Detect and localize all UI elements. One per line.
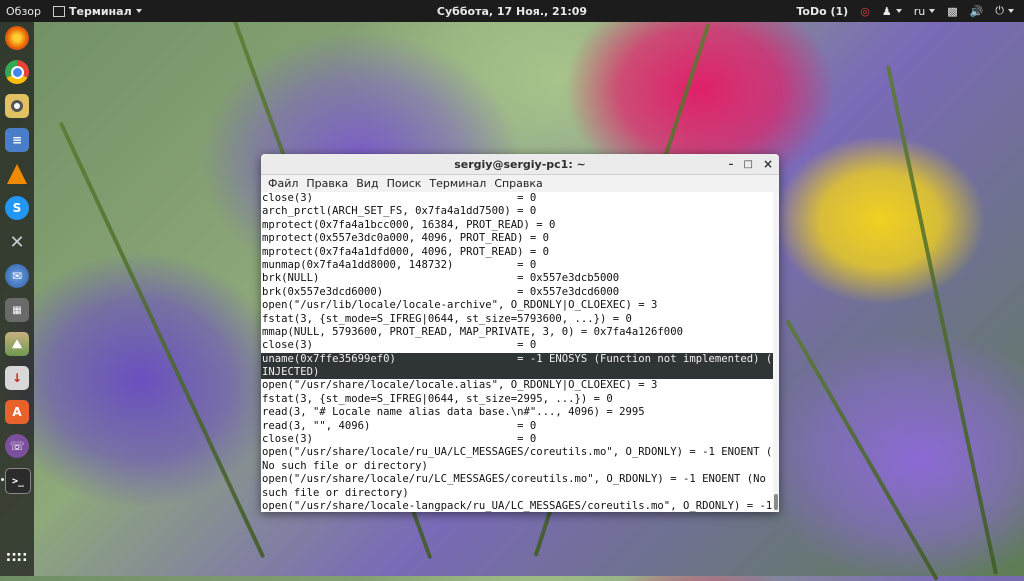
accessibility-icon[interactable]: ♟ xyxy=(876,0,908,22)
terminal-line: close(3) = 0 xyxy=(262,339,537,352)
activities-button[interactable]: Обзор xyxy=(0,0,47,22)
language-menu[interactable]: ru xyxy=(908,0,942,22)
terminal-line: open("/usr/share/locale/locale.alias", O… xyxy=(262,379,658,392)
terminal-line: close(3) = 0 xyxy=(262,192,537,204)
window-menubar: Файл Правка Вид Поиск Терминал Справка xyxy=(261,175,779,193)
power-icon[interactable]: ⏻ xyxy=(989,0,1020,22)
menu-view[interactable]: Вид xyxy=(352,177,382,190)
app-menu-label: Терминал xyxy=(69,4,132,18)
wallpaper-stem xyxy=(885,65,999,575)
terminal-line: brk(NULL) = 0x557e3dcb5000 xyxy=(262,272,620,285)
chrome-icon[interactable] xyxy=(5,60,29,84)
menu-edit[interactable]: Правка xyxy=(302,177,352,190)
todo-indicator-icon[interactable]: ◎ xyxy=(854,0,876,22)
terminal-line: fstat(3, {st_mode=S_IFREG|0644, st_size=… xyxy=(262,312,632,325)
wallpaper-stem xyxy=(785,319,939,581)
scrollbar-thumb[interactable] xyxy=(774,494,778,510)
terminal-line: open("/usr/share/locale-langpack/ru_UA/L… xyxy=(262,499,773,512)
terminal-line-highlighted: INJECTED) xyxy=(261,366,773,380)
top-bar: Обзор Терминал Суббота, 17 Ноя., 21:09 T… xyxy=(0,0,1024,22)
terminal-line: arch_prctl(ARCH_SET_FS, 0x7fa4a1dd7500) … xyxy=(262,205,537,218)
music-icon[interactable] xyxy=(5,94,29,118)
terminal-line: read(3, "# Locale name alias data base.\… xyxy=(262,406,645,419)
software-center-icon[interactable]: A xyxy=(5,400,29,424)
network-icon[interactable]: ▩ xyxy=(941,0,963,22)
terminal-line: open("/usr/share/locale/ru_UA/LC_MESSAGE… xyxy=(262,446,773,459)
close-button[interactable]: × xyxy=(763,157,773,171)
terminal-window: sergiy@sergiy-pc1: ~ – □ × Файл Правка В… xyxy=(261,154,779,512)
menu-terminal[interactable]: Терминал xyxy=(425,177,490,190)
app-menu[interactable]: Терминал xyxy=(47,0,148,22)
terminal-line: open("/usr/share/locale/ru/LC_MESSAGES/c… xyxy=(262,473,766,486)
terminal-line: mmap(NULL, 5793600, PROT_READ, MAP_PRIVA… xyxy=(262,325,683,338)
firefox-icon[interactable] xyxy=(5,26,29,50)
image-icon[interactable]: ⛰ xyxy=(5,332,29,356)
minimize-button[interactable]: – xyxy=(728,159,733,170)
chevron-down-icon xyxy=(135,9,142,13)
terminal-line: brk(0x557e3dcd6000) = 0x557e3dcd6000 xyxy=(262,285,620,298)
terminal-small-icon xyxy=(53,5,66,17)
menu-help[interactable]: Справка xyxy=(490,177,546,190)
apps-grid-icon[interactable]: ∷∷ xyxy=(5,546,29,570)
skype-icon[interactable]: S xyxy=(5,196,29,220)
maximize-button[interactable]: □ xyxy=(743,159,752,170)
scrollbar[interactable] xyxy=(773,192,779,512)
todo-indicator[interactable]: ToDo (1) xyxy=(790,0,854,22)
terminal-line-highlighted: uname(0x7ffe35699ef0) = -1 ENOSYS (Funct… xyxy=(261,352,773,367)
download-icon[interactable]: ↓ xyxy=(5,366,29,390)
clock[interactable]: Суббота, 17 Ноя., 21:09 xyxy=(437,5,587,18)
terminal-icon[interactable]: >_ xyxy=(5,468,31,494)
language-label: ru xyxy=(913,4,926,18)
terminal-line: read(3, "", 4096) = 0 xyxy=(262,419,537,432)
terminal-line: mprotect(0x557e3dc0a000, 4096, PROT_READ… xyxy=(262,232,550,245)
terminal-line: munmap(0x7fa4a1dd8000, 148732) = 0 xyxy=(262,258,537,271)
terminal-line: such file or directory) xyxy=(262,486,409,499)
terminal-line: No such file or directory) xyxy=(262,459,428,472)
menu-file[interactable]: Файл xyxy=(264,177,302,190)
viber-icon[interactable]: ☏ xyxy=(5,434,29,458)
terminal-line: close(3) = 0 xyxy=(262,433,537,446)
dock: ≡ S ✕ ✉ ▦ ⛰ ↓ A ☏ >_ ∷∷ xyxy=(0,22,34,576)
document-icon[interactable]: ≡ xyxy=(5,128,29,152)
menu-search[interactable]: Поиск xyxy=(383,177,426,190)
chevron-down-icon xyxy=(929,9,936,13)
tools-icon[interactable]: ✕ xyxy=(5,230,29,254)
window-title: sergiy@sergiy-pc1: ~ xyxy=(454,157,586,171)
calculator-icon[interactable]: ▦ xyxy=(5,298,29,322)
terminal-output[interactable]: close(3) = 0 arch_prctl(ARCH_SET_FS, 0x7f… xyxy=(261,192,773,512)
terminal-line: fstat(3, {st_mode=S_IFREG|0644, st_size=… xyxy=(262,392,613,405)
mail-icon[interactable]: ✉ xyxy=(5,264,29,288)
terminal-line: mprotect(0x7fa4a1bcc000, 16384, PROT_REA… xyxy=(262,218,556,231)
wallpaper-stem xyxy=(58,121,266,559)
vlc-icon[interactable] xyxy=(5,162,29,186)
running-indicator xyxy=(1,478,4,481)
terminal-line: mprotect(0x7fa4a1dfd000, 4096, PROT_READ… xyxy=(262,245,550,258)
volume-icon[interactable]: 🔊 xyxy=(964,0,990,22)
terminal-line: open("/usr/lib/locale/locale-archive", O… xyxy=(262,299,658,312)
window-titlebar[interactable]: sergiy@sergiy-pc1: ~ – □ × xyxy=(261,154,779,175)
